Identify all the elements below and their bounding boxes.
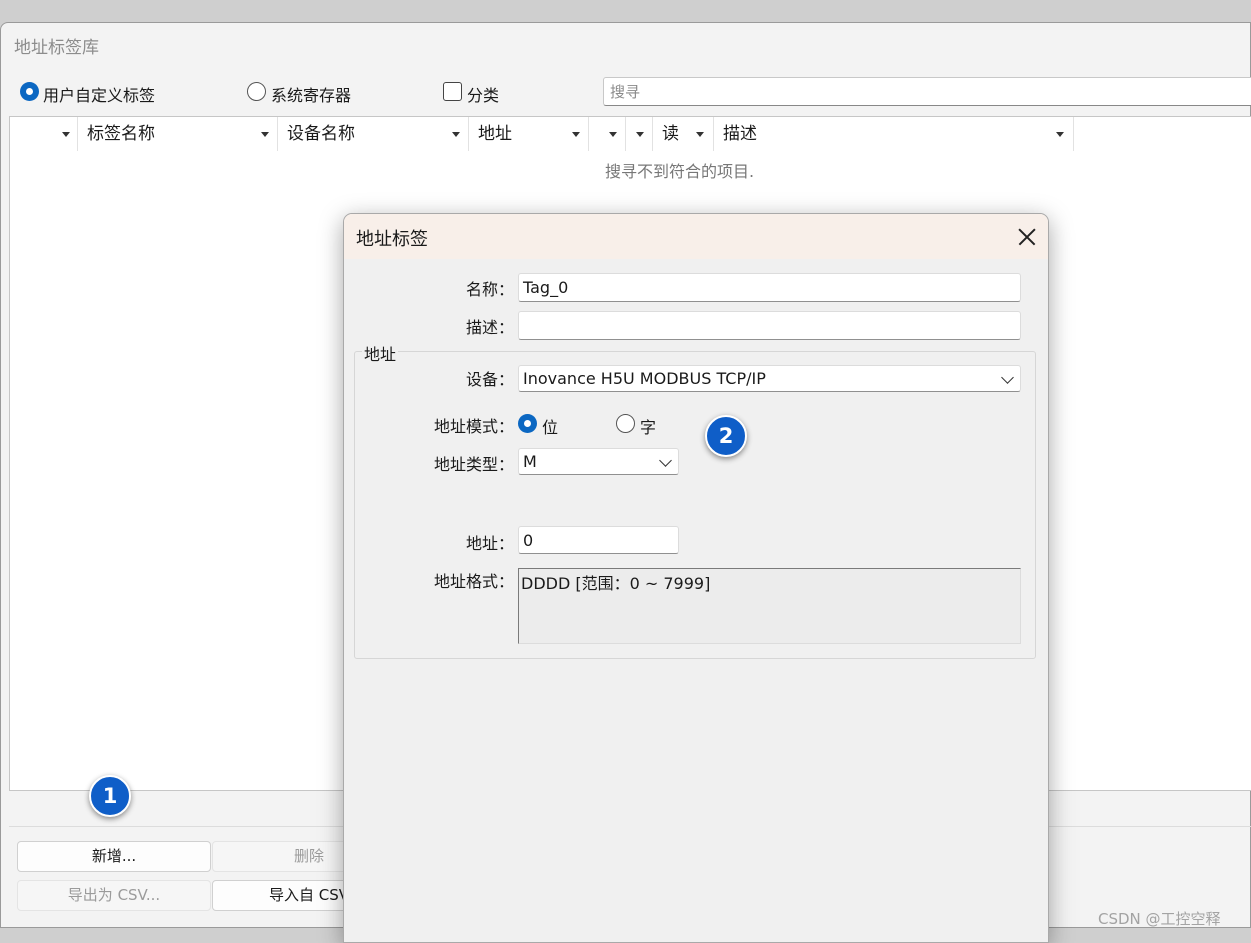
window-title: 地址标签库 [14,38,99,58]
column-header-device-name[interactable]: 设备名称 [278,117,469,151]
address-format-label: 地址格式： [433,572,514,591]
column-header-4[interactable] [589,117,626,151]
watermark: CSDN @工控空释 [1098,910,1221,928]
name-label: 名称： [465,280,514,299]
sort-arrow-icon[interactable] [636,132,644,137]
address-field[interactable]: 0 [518,526,679,554]
column-header-tag-name[interactable]: 标签名称 [78,117,278,151]
sort-arrow-icon[interactable] [696,132,704,137]
step-badge-2: 2 [705,415,747,457]
system-register-radio[interactable] [247,82,266,101]
dialog-title: 地址标签 [356,229,428,250]
address-tag-dialog: 地址标签 名称： Tag_0 描述： 地址 设备： Inovance H5U M… [343,213,1049,943]
sort-arrow-icon[interactable] [609,132,617,137]
description-field[interactable] [518,311,1021,340]
chevron-down-icon [659,454,672,467]
column-header-address[interactable]: 地址 [469,117,589,151]
mode-bit-label: 位 [542,418,559,437]
export-csv-button[interactable]: 导出为 CSV... [17,880,211,911]
system-register-label: 系统寄存器 [271,86,352,105]
step-badge-1: 1 [89,775,131,817]
address-label: 地址： [465,534,514,553]
mode-word-radio[interactable] [616,414,635,433]
name-field[interactable]: Tag_0 [518,273,1021,302]
user-defined-tags-radio[interactable] [20,82,39,101]
address-format-box: DDDD [范围：0 ~ 7999] [518,568,1021,644]
dialog-titlebar [344,214,1048,259]
mode-bit-radio[interactable] [518,414,537,433]
empty-message: 搜寻不到符合的项目. [605,162,755,181]
column-header-read[interactable]: 读 [653,117,714,151]
description-label: 描述： [465,318,514,337]
sort-arrow-icon[interactable] [452,132,460,137]
add-button[interactable]: 新增... [17,841,211,872]
chevron-down-icon [1001,371,1014,384]
sort-arrow-icon[interactable] [261,132,269,137]
category-checkbox[interactable] [443,82,462,101]
sort-arrow-icon[interactable] [572,132,580,137]
search-input[interactable] [603,77,1251,106]
column-header-5[interactable] [626,117,653,151]
close-icon[interactable] [1004,214,1048,259]
sort-arrow-icon[interactable] [62,132,70,137]
address-type-label: 地址类型： [433,455,514,474]
device-label: 设备： [465,370,514,389]
sort-arrow-icon[interactable] [1056,132,1064,137]
address-mode-label: 地址模式： [433,417,514,436]
category-label: 分类 [467,86,500,105]
column-header-description[interactable]: 描述 [714,117,1074,151]
address-group-label: 地址 [362,341,399,365]
address-type-select[interactable]: M [518,448,679,475]
user-defined-tags-label: 用户自定义标签 [43,86,156,105]
mode-word-label: 字 [640,418,657,437]
device-select[interactable]: Inovance H5U MODBUS TCP/IP [518,365,1021,392]
column-header-0[interactable] [10,117,78,151]
